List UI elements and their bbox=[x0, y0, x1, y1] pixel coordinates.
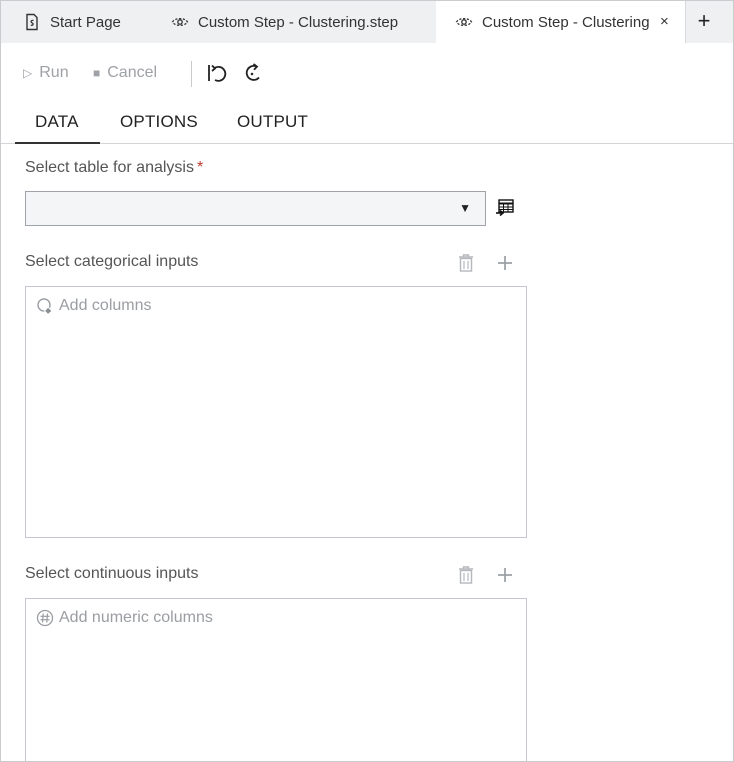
table-label-text: Select table for analysis bbox=[25, 159, 194, 176]
categorical-label: Select categorical inputs bbox=[25, 253, 199, 270]
toolbar-divider bbox=[191, 61, 192, 87]
custom-step-icon bbox=[171, 13, 189, 31]
add-continuous-icon[interactable] bbox=[496, 566, 514, 586]
custom-step-window: Start Page Custom Step - Clustering.step… bbox=[0, 0, 734, 762]
start-page-icon bbox=[23, 13, 41, 31]
tab-data[interactable]: DATA bbox=[35, 112, 79, 132]
table-select[interactable]: ▼ bbox=[25, 191, 486, 226]
tab-custom-step-file[interactable]: Custom Step - Clustering.step bbox=[171, 1, 398, 43]
add-tab-button[interactable]: + bbox=[693, 10, 715, 32]
close-tab-icon[interactable]: × bbox=[660, 13, 669, 30]
numeric-column-icon bbox=[36, 609, 54, 627]
continuous-placeholder[interactable]: Add numeric columns bbox=[36, 609, 213, 627]
undo-icon[interactable] bbox=[206, 62, 228, 84]
toolbar: ▷ Run ■ Cancel bbox=[1, 43, 733, 99]
file-tab-strip: Start Page Custom Step - Clustering.step… bbox=[1, 1, 733, 43]
browse-table-icon[interactable] bbox=[495, 198, 515, 218]
step-tabs: DATA OPTIONS OUTPUT bbox=[1, 99, 733, 144]
tab-label: Custom Step - Clustering.step bbox=[198, 13, 399, 31]
continuous-label: Select continuous inputs bbox=[25, 565, 199, 582]
tab-label: Custom Step - Clustering bbox=[482, 13, 650, 31]
dropdown-arrow-icon: ▼ bbox=[459, 201, 471, 215]
stop-icon: ■ bbox=[93, 66, 101, 80]
tab-label: Start Page bbox=[50, 13, 121, 31]
run-label: Run bbox=[39, 64, 69, 81]
placeholder-text: Add columns bbox=[59, 297, 152, 314]
categorical-columns-list[interactable]: Add columns bbox=[25, 286, 527, 538]
active-tab-indicator bbox=[15, 142, 100, 144]
delete-categorical-icon[interactable] bbox=[457, 253, 475, 273]
table-label: Select table for analysis * bbox=[25, 159, 203, 177]
custom-step-icon bbox=[455, 13, 473, 31]
placeholder-text: Add numeric columns bbox=[59, 609, 213, 626]
cancel-label: Cancel bbox=[107, 64, 158, 81]
required-marker: * bbox=[196, 159, 204, 176]
tab-output[interactable]: OUTPUT bbox=[237, 112, 308, 132]
continuous-columns-list[interactable]: Add numeric columns bbox=[25, 598, 527, 761]
tab-options[interactable]: OPTIONS bbox=[120, 112, 198, 132]
delete-continuous-icon[interactable] bbox=[457, 565, 475, 585]
tab-custom-step-active[interactable]: Custom Step - Clustering × bbox=[436, 1, 686, 43]
reset-icon[interactable] bbox=[242, 62, 264, 84]
play-icon: ▷ bbox=[23, 66, 33, 80]
tab-start-page[interactable]: Start Page bbox=[23, 1, 121, 43]
add-categorical-icon[interactable] bbox=[496, 254, 514, 274]
character-column-icon bbox=[36, 297, 54, 315]
cancel-button[interactable]: ■ Cancel bbox=[93, 64, 157, 82]
categorical-placeholder[interactable]: Add columns bbox=[36, 297, 152, 315]
run-button[interactable]: ▷ Run bbox=[23, 64, 69, 82]
